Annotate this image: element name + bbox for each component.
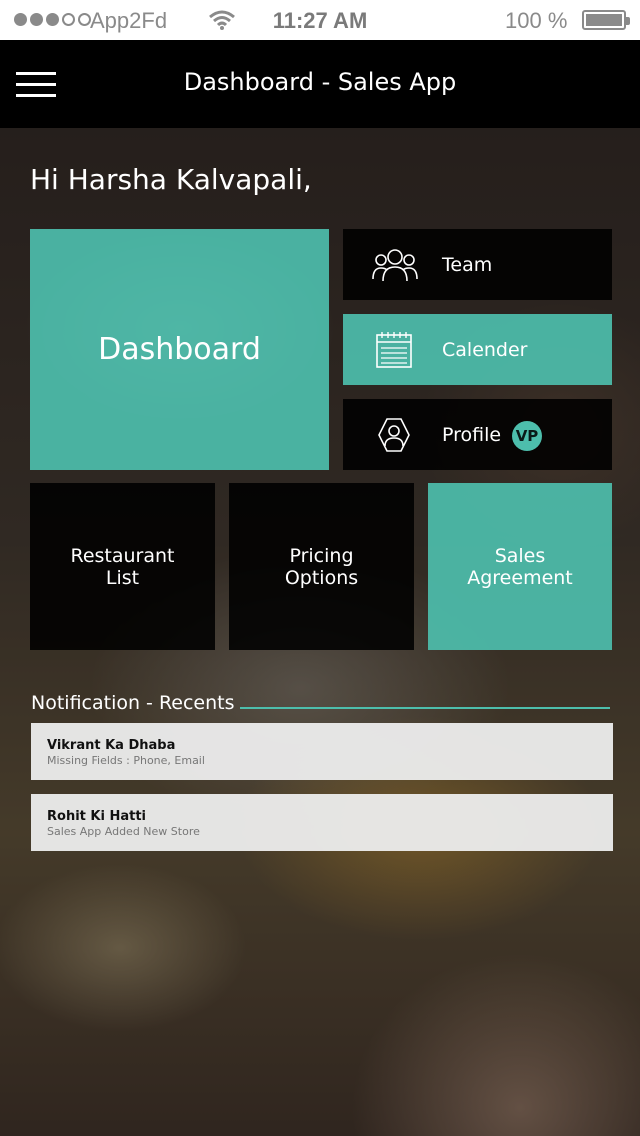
notification-subtitle: Missing Fields : Phone, Email <box>47 754 205 767</box>
profile-tile[interactable]: Profile VP <box>343 399 612 470</box>
calendar-icon <box>376 332 412 368</box>
notification-item[interactable]: Rohit Ki Hatti Sales App Added New Store <box>31 794 613 851</box>
sales-agreement-label-line1: Sales <box>494 544 546 567</box>
battery-percentage: 100 % <box>505 8 568 33</box>
calender-tile-label: Calender <box>442 338 528 361</box>
restaurant-list-tile[interactable]: Restaurant List <box>30 483 215 650</box>
notifications-divider <box>240 707 610 709</box>
sales-agreement-label-line2: Agreement <box>467 566 573 589</box>
pricing-options-tile[interactable]: Pricing Options <box>229 483 414 650</box>
notification-subtitle: Sales App Added New Store <box>47 825 200 838</box>
notification-item[interactable]: Vikrant Ka Dhaba Missing Fields : Phone,… <box>31 723 613 780</box>
team-tile[interactable]: Team <box>343 229 612 300</box>
sales-agreement-tile[interactable]: Sales Agreement <box>428 483 612 650</box>
restaurant-list-label-line1: Restaurant <box>70 544 175 567</box>
page-title: Dashboard - Sales App <box>183 68 457 96</box>
notification-title: Rohit Ki Hatti <box>47 809 146 824</box>
dashboard-tile-label: Dashboard <box>98 332 261 367</box>
dashboard-tile[interactable]: Dashboard <box>30 229 329 470</box>
pricing-options-label-line1: Pricing <box>289 544 354 567</box>
notification-title: Vikrant Ka Dhaba <box>47 738 176 753</box>
calender-tile[interactable]: Calender <box>343 314 612 385</box>
team-tile-label: Team <box>442 253 493 276</box>
profile-tile-label: Profile <box>442 423 502 446</box>
profile-icon <box>378 418 410 452</box>
status-bar: App2Fd 11:27 AM 100 % <box>0 0 640 40</box>
team-icon <box>372 249 418 282</box>
restaurant-list-label-line2: List <box>105 566 140 589</box>
pricing-options-label-line2: Options <box>284 566 359 589</box>
profile-badge: VP <box>512 421 542 451</box>
battery-icon <box>582 10 630 30</box>
greeting-text: Hi Harsha Kalvapali, <box>30 163 312 196</box>
notifications-header: Notification - Recents <box>31 692 235 714</box>
top-nav-bar: Dashboard - Sales App <box>0 40 640 128</box>
